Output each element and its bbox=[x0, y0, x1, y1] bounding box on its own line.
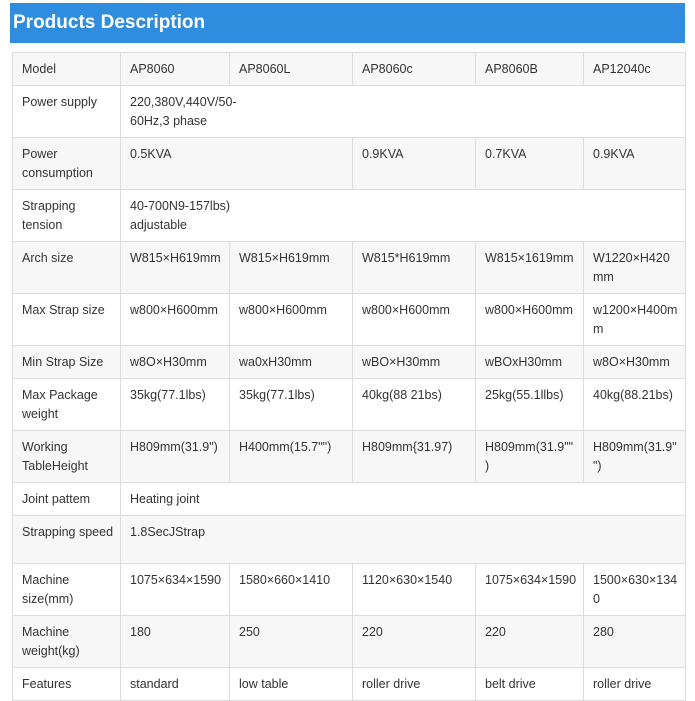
row-label: Power consumption bbox=[12, 137, 121, 190]
cell: w800×H600mm bbox=[229, 293, 353, 346]
row-label: Machine size(mm) bbox=[12, 563, 121, 616]
cell: 1075×634×1590 bbox=[475, 563, 584, 616]
cell: AP12040c bbox=[583, 52, 686, 86]
row-machine-weight: Machine weight(kg) 180 250 220 220 280 bbox=[12, 615, 686, 668]
row-label: Arch size bbox=[12, 241, 121, 294]
cell: H809mm(31.9"") bbox=[583, 430, 686, 483]
row-label: Strapping speed bbox=[12, 515, 121, 564]
cell: wBO×H30mm bbox=[352, 345, 476, 379]
row-strapping-tension: Strapping tension 40-700N9-157lbs) adjus… bbox=[12, 189, 686, 242]
cell: 1.8SecJStrap bbox=[120, 515, 686, 564]
row-label: Max Strap size bbox=[12, 293, 121, 346]
row-strapping-speed: Strapping speed 1.8SecJStrap bbox=[12, 515, 686, 564]
cell: H400mm(15.7"") bbox=[229, 430, 353, 483]
row-power-consumption: Power consumption 0.5KVA 0.9KVA 0.7KVA 0… bbox=[12, 137, 686, 190]
cell: belt drive bbox=[475, 667, 584, 701]
cell: W815×1619mm bbox=[475, 241, 584, 294]
row-machine-size: Machine size(mm) 1075×634×1590 1580×660×… bbox=[12, 563, 686, 616]
cell: 220 bbox=[475, 615, 584, 668]
section-header: Products Description bbox=[10, 3, 685, 43]
row-model: Model AP8060 AP8060L AP8060c AP8060B AP1… bbox=[12, 52, 686, 86]
cell: 40-700N9-157lbs) adjustable bbox=[120, 189, 686, 242]
cell: 1120×630×1540 bbox=[352, 563, 476, 616]
cell: 40kg(88 21bs) bbox=[352, 378, 476, 431]
cell: 250 bbox=[229, 615, 353, 668]
cell: w800×H600mm bbox=[352, 293, 476, 346]
cell: W815*H619mm bbox=[352, 241, 476, 294]
row-power-supply: Power supply 220,380V,440V/50-60Hz,3 pha… bbox=[12, 85, 686, 138]
cell: H809mm{31.97) bbox=[352, 430, 476, 483]
cell: 1580×660×1410 bbox=[229, 563, 353, 616]
row-label: Joint pattem bbox=[12, 482, 121, 516]
row-label: Strapping tension bbox=[12, 189, 121, 242]
specs-table: Model AP8060 AP8060L AP8060c AP8060B AP1… bbox=[12, 52, 686, 701]
cell: AP8060B bbox=[475, 52, 584, 86]
row-label: Max Package weight bbox=[12, 378, 121, 431]
cell: w800×H600mm bbox=[475, 293, 584, 346]
cell: AP8060c bbox=[352, 52, 476, 86]
cell: standard bbox=[120, 667, 230, 701]
row-label: Model bbox=[12, 52, 121, 86]
cell: 35kg(77.1lbs) bbox=[120, 378, 230, 431]
cell: H809mm(31.9") bbox=[120, 430, 230, 483]
cell: 40kg(88.21bs) bbox=[583, 378, 686, 431]
row-min-strap-size: Min Strap Size w8O×H30mm wa0xH30mm wBO×H… bbox=[12, 345, 686, 379]
row-label: Machine weight(kg) bbox=[12, 615, 121, 668]
cell: H809mm(31.9"") bbox=[475, 430, 584, 483]
cell: 280 bbox=[583, 615, 686, 668]
cell: 220 bbox=[352, 615, 476, 668]
row-max-package-weight: Max Package weight 35kg(77.1lbs) 35kg(77… bbox=[12, 378, 686, 431]
row-features: Features standard low table roller drive… bbox=[12, 667, 686, 701]
cell: W1220×H420mm bbox=[583, 241, 686, 294]
cell: 35kg(77.1lbs) bbox=[229, 378, 353, 431]
cell: W815×H619mm bbox=[120, 241, 230, 294]
cell: wa0xH30mm bbox=[229, 345, 353, 379]
cell: W815×H619mm bbox=[229, 241, 353, 294]
cell: AP8060 bbox=[120, 52, 230, 86]
row-label: Power supply bbox=[12, 85, 121, 138]
cell: w1200×H400mm bbox=[583, 293, 686, 346]
cell: 1075×634×1590 bbox=[120, 563, 230, 616]
row-label: Features bbox=[12, 667, 121, 701]
cell: 220,380V,440V/50-60Hz,3 phase bbox=[120, 85, 686, 138]
section-title: Products Description bbox=[13, 12, 206, 33]
cell: low table bbox=[229, 667, 353, 701]
cell: roller drive bbox=[352, 667, 476, 701]
row-arch-size: Arch size W815×H619mm W815×H619mm W815*H… bbox=[12, 241, 686, 294]
row-working-table-height: Working TableHeight H809mm(31.9") H400mm… bbox=[12, 430, 686, 483]
cell: 0.5KVA bbox=[120, 137, 353, 190]
cell: w8O×H30mm bbox=[120, 345, 230, 379]
cell-text: 220,380V,440V/50-60Hz,3 phase bbox=[130, 95, 237, 128]
cell: w800×H600mm bbox=[120, 293, 230, 346]
row-max-strap-size: Max Strap size w800×H600mm w800×H600mm w… bbox=[12, 293, 686, 346]
cell: wBOxH30mm bbox=[475, 345, 584, 379]
cell: 1500×630×1340 bbox=[583, 563, 686, 616]
cell: w8O×H30mm bbox=[583, 345, 686, 379]
cell: 25kg(55.1llbs) bbox=[475, 378, 584, 431]
cell: 0.9KVA bbox=[352, 137, 476, 190]
cell: 180 bbox=[120, 615, 230, 668]
cell-text: 40-700N9-157lbs) adjustable bbox=[130, 199, 231, 232]
row-label: Min Strap Size bbox=[12, 345, 121, 379]
row-joint-pattern: Joint pattem Heating joint bbox=[12, 482, 686, 516]
cell: 0.9KVA bbox=[583, 137, 686, 190]
cell: roller drive bbox=[583, 667, 686, 701]
cell: AP8060L bbox=[229, 52, 353, 86]
row-label: Working TableHeight bbox=[12, 430, 121, 483]
cell: 0.7KVA bbox=[475, 137, 584, 190]
cell: Heating joint bbox=[120, 482, 686, 516]
